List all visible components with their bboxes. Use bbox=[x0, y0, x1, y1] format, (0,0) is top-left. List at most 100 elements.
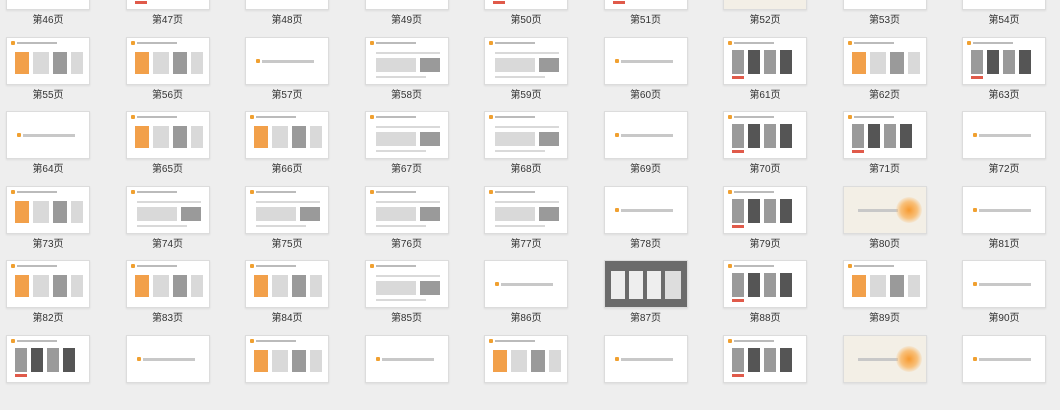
page-thumbnail-image[interactable] bbox=[125, 111, 210, 160]
page-thumbnail-item[interactable] bbox=[125, 334, 210, 410]
page-thumbnail-item[interactable]: 第53页 bbox=[842, 0, 927, 37]
page-thumbnail-image[interactable] bbox=[364, 36, 449, 85]
page-thumbnail-item[interactable]: 第84页 bbox=[245, 260, 329, 335]
page-thumbnail-item[interactable] bbox=[962, 334, 1046, 410]
page-thumbnail-item[interactable]: 第71页 bbox=[842, 111, 927, 186]
page-thumbnail-item[interactable] bbox=[6, 334, 90, 410]
page-thumbnail-image[interactable] bbox=[603, 185, 688, 234]
page-thumbnail-image[interactable] bbox=[962, 334, 1046, 383]
page-thumbnail-image[interactable] bbox=[245, 111, 329, 160]
page-thumbnail-image[interactable] bbox=[364, 334, 449, 383]
page-thumbnail-item[interactable]: 第59页 bbox=[484, 36, 568, 112]
page-thumbnail-image[interactable] bbox=[245, 0, 329, 10]
page-thumbnail-image[interactable] bbox=[603, 36, 688, 85]
page-thumbnail-item[interactable]: 第48页 bbox=[245, 0, 329, 37]
page-thumbnail-image[interactable] bbox=[6, 185, 90, 234]
page-thumbnail-item[interactable]: 第55页 bbox=[6, 36, 90, 112]
page-thumbnail-item[interactable]: 第68页 bbox=[484, 111, 568, 186]
page-thumbnail-item[interactable]: 第60页 bbox=[603, 36, 688, 112]
page-thumbnail-item[interactable]: 第46页 bbox=[6, 0, 90, 37]
page-thumbnail-image[interactable] bbox=[962, 260, 1046, 309]
page-thumbnail-item[interactable]: 第57页 bbox=[245, 36, 329, 112]
page-thumbnail-image[interactable] bbox=[603, 0, 688, 10]
page-thumbnail-item[interactable]: 第65页 bbox=[125, 111, 210, 186]
page-thumbnail-image[interactable] bbox=[6, 260, 90, 309]
page-thumbnail-item[interactable]: 第69页 bbox=[603, 111, 688, 186]
page-thumbnail-image[interactable] bbox=[245, 36, 329, 85]
page-thumbnail-image[interactable] bbox=[125, 185, 210, 234]
page-thumbnail-image[interactable] bbox=[125, 36, 210, 85]
page-thumbnail-image[interactable] bbox=[723, 260, 807, 309]
page-thumbnail-image[interactable] bbox=[723, 0, 807, 10]
page-thumbnail-item[interactable]: 第64页 bbox=[6, 111, 90, 186]
page-thumbnail-image[interactable] bbox=[484, 260, 568, 309]
page-thumbnail-image[interactable] bbox=[842, 260, 927, 309]
page-thumbnail-item[interactable]: 第67页 bbox=[364, 111, 449, 186]
page-thumbnail-item[interactable] bbox=[842, 334, 927, 410]
page-thumbnail-image[interactable] bbox=[962, 36, 1046, 85]
page-thumbnail-item[interactable]: 第79页 bbox=[723, 185, 807, 261]
page-thumbnail-image[interactable] bbox=[125, 334, 210, 383]
page-thumbnail-image[interactable] bbox=[842, 0, 927, 10]
page-thumbnail-image[interactable] bbox=[6, 334, 90, 383]
page-thumbnail-image[interactable] bbox=[364, 0, 449, 10]
page-thumbnail-image[interactable] bbox=[245, 334, 329, 383]
page-thumbnail-item[interactable]: 第54页 bbox=[962, 0, 1046, 37]
page-thumbnail-item[interactable] bbox=[603, 334, 688, 410]
page-thumbnail-item[interactable]: 第61页 bbox=[723, 36, 807, 112]
page-thumbnail-item[interactable]: 第75页 bbox=[245, 185, 329, 261]
page-thumbnail-image[interactable] bbox=[484, 111, 568, 160]
page-thumbnail-item[interactable]: 第74页 bbox=[125, 185, 210, 261]
page-thumbnail-image[interactable] bbox=[6, 36, 90, 85]
page-thumbnail-item[interactable]: 第63页 bbox=[962, 36, 1046, 112]
page-thumbnail-image[interactable] bbox=[245, 185, 329, 234]
page-thumbnail-item[interactable]: 第89页 bbox=[842, 260, 927, 335]
page-thumbnail-image[interactable] bbox=[842, 334, 927, 383]
page-thumbnail-image[interactable] bbox=[364, 111, 449, 160]
page-thumbnail-item[interactable]: 第66页 bbox=[245, 111, 329, 186]
page-thumbnail-item[interactable]: 第72页 bbox=[962, 111, 1046, 186]
page-thumbnail-image[interactable] bbox=[842, 36, 927, 85]
page-thumbnail-image[interactable] bbox=[723, 185, 807, 234]
page-thumbnail-item[interactable]: 第62页 bbox=[842, 36, 927, 112]
page-thumbnail-image[interactable] bbox=[723, 334, 807, 383]
page-thumbnail-item[interactable]: 第81页 bbox=[962, 185, 1046, 261]
page-thumbnail-image[interactable] bbox=[842, 111, 927, 160]
page-thumbnail-item[interactable] bbox=[364, 334, 449, 410]
page-thumbnail-image[interactable] bbox=[364, 260, 449, 309]
page-thumbnail-item[interactable]: 第88页 bbox=[723, 260, 807, 335]
page-thumbnail-image[interactable] bbox=[125, 260, 210, 309]
page-thumbnail-image[interactable] bbox=[603, 111, 688, 160]
page-thumbnail-image[interactable] bbox=[484, 0, 568, 10]
page-thumbnail-item[interactable]: 第51页 bbox=[603, 0, 688, 37]
page-thumbnail-image[interactable] bbox=[484, 185, 568, 234]
page-thumbnail-item[interactable]: 第83页 bbox=[125, 260, 210, 335]
page-thumbnail-item[interactable]: 第87页 bbox=[603, 260, 688, 335]
page-thumbnail-item[interactable]: 第80页 bbox=[842, 185, 927, 261]
page-thumbnail-item[interactable] bbox=[245, 334, 329, 410]
page-thumbnail-item[interactable]: 第52页 bbox=[723, 0, 807, 37]
page-thumbnail-image[interactable] bbox=[364, 185, 449, 234]
page-thumbnail-item[interactable]: 第78页 bbox=[603, 185, 688, 261]
page-thumbnail-item[interactable] bbox=[484, 334, 568, 410]
page-thumbnail-image[interactable] bbox=[603, 260, 688, 309]
page-thumbnail-image[interactable] bbox=[6, 0, 90, 10]
page-thumbnail-item[interactable]: 第76页 bbox=[364, 185, 449, 261]
page-thumbnail-image[interactable] bbox=[723, 36, 807, 85]
page-thumbnail-image[interactable] bbox=[603, 334, 688, 383]
page-thumbnail-image[interactable] bbox=[6, 111, 90, 160]
page-thumbnail-item[interactable]: 第77页 bbox=[484, 185, 568, 261]
page-thumbnail-image[interactable] bbox=[842, 185, 927, 234]
page-thumbnail-image[interactable] bbox=[723, 111, 807, 160]
page-thumbnail-image[interactable] bbox=[125, 0, 210, 10]
page-thumbnail-image[interactable] bbox=[484, 334, 568, 383]
page-thumbnail-image[interactable] bbox=[962, 185, 1046, 234]
page-thumbnail-item[interactable]: 第70页 bbox=[723, 111, 807, 186]
page-thumbnail-image[interactable] bbox=[962, 0, 1046, 10]
page-thumbnail-item[interactable]: 第56页 bbox=[125, 36, 210, 112]
page-thumbnail-item[interactable]: 第85页 bbox=[364, 260, 449, 335]
page-thumbnail-image[interactable] bbox=[245, 260, 329, 309]
page-thumbnail-item[interactable]: 第82页 bbox=[6, 260, 90, 335]
page-thumbnail-item[interactable]: 第50页 bbox=[484, 0, 568, 37]
page-thumbnail-item[interactable]: 第86页 bbox=[484, 260, 568, 335]
